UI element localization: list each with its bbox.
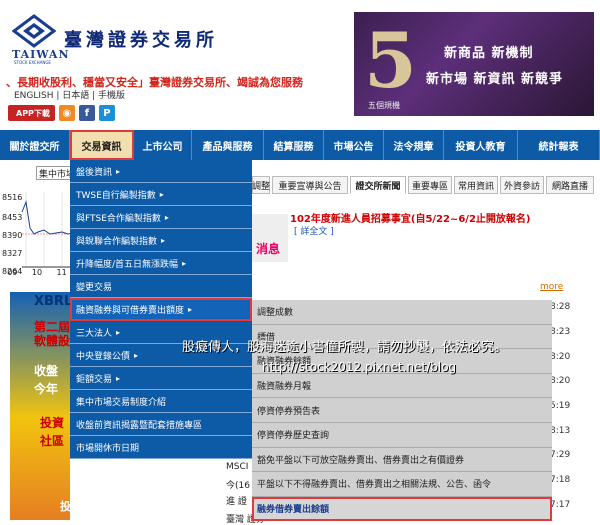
company-name: 臺灣證券交易所 [64,30,218,51]
nav-products[interactable]: 產品與服務 [192,130,264,160]
banner-sub: 五個規機 [368,101,400,110]
y-tick: 8516 [2,193,22,202]
app-download-button[interactable]: APP下載 [8,105,55,121]
nav-clearing[interactable]: 結算服務 [264,130,324,160]
news-time: 7:29 [550,450,571,460]
y-tick: 8327 [2,249,22,258]
menu-item-holidays[interactable]: 市場開休市日期 [70,436,252,459]
banner-text: 投資人園遊室 [60,500,126,513]
margin-submenu: 調整成數 標借 融資融券餘額 融資融券月報 停資停券預告表 停資停券歷史查詢 豁… [252,300,552,522]
submenu-item[interactable]: 調整成數 [252,300,552,325]
menu-item-block-trading[interactable]: 鉅額交易 ▸ [70,367,252,390]
kin-news[interactable]: MSCI [226,462,248,472]
nav-statistics[interactable]: 統計報表 [518,130,600,160]
x-tick: 10 [31,268,43,277]
news-time: 5:19 [550,401,571,411]
banner-line-1: 新商品 新機制 [444,46,534,61]
banner-text: 社區 [40,434,65,448]
menu-item-margin-trading[interactable]: 融資融券與可借券賣出額度 ▸ [70,298,252,321]
news-more-link[interactable]: [ 詳全文 ] [294,224,334,237]
market-select[interactable]: 集中市場 [36,166,74,180]
chevron-right-icon: ▸ [188,304,193,314]
tab-live-stream[interactable]: 網路直播 [546,176,594,194]
logo-subtitle: STOCK EXCHANGE [14,60,51,65]
trading-info-dropdown: 盤後資訊 ▸ TWSE自行編製指數 ▸ 與FTSE合作編製指數 ▸ 與銳聯合作編製指數… [70,160,252,459]
twse-logo-icon[interactable] [12,14,56,48]
site-header: TAIWAN STOCK EXCHANGE 臺灣證券交易所 、長期收股利、穩當又… [0,0,600,128]
submenu-item[interactable]: 融資融券月報 [252,374,552,399]
tab-news[interactable]: 證交所新聞 [350,176,406,194]
main-nav: 關於證交所 交易資訊 上市公司 產品與服務 結算服務 市場公告 法令規章 投資人… [0,130,600,160]
kin-news[interactable]: 進 證 [226,494,247,507]
chevron-right-icon: ▸ [116,327,121,337]
tab-adjust[interactable]: 調整 [252,176,270,194]
chevron-right-icon: ▸ [182,258,187,268]
menu-item-after-hours[interactable]: 盤後資訊 ▸ [70,160,252,183]
x-ticks: 09 10 11 [0,268,74,277]
menu-item-price-limits[interactable]: 升降幅度/首五日無漲跌幅 ▸ [70,252,252,275]
news-headline[interactable]: 102年度新進人員招募事宜(自5/22~6/2止開放報名) [290,210,531,225]
nav-listed-companies[interactable]: 上市公司 [134,130,192,160]
app-download-label: APP下載 [16,108,50,118]
banner-text: 投資 [40,416,65,430]
news-time: 8:13 [550,426,571,436]
language-links[interactable]: ENGLISH | 日本語 | 手機版 [14,88,125,101]
submenu-item[interactable]: 停資停券預告表 [252,398,552,423]
rss-icon[interactable]: ◉ [58,105,75,121]
menu-item-ftse-index[interactable]: 與FTSE合作編製指數 ▸ [70,206,252,229]
news-time: 8:20 [550,352,571,362]
xbrl-banner[interactable]: XBRL [34,294,72,309]
facebook-icon[interactable]: f [78,105,95,121]
social-row: APP下載 ◉ f P [8,104,115,122]
tab-announcements[interactable]: 重要宣導與公告 [272,176,348,194]
submenu-item[interactable]: 豁免平盤以下可放空融券賣出、借券賣出之有價證券 [252,448,552,473]
banner-line-2: 新市場 新資訊 新競爭 [426,72,564,87]
submenu-item[interactable]: 停資停券歷史查詢 [252,423,552,448]
menu-item-pre-close-disclosure[interactable]: 收盤前資訊揭露暨配套措施專區 [70,413,252,436]
menu-item-rafi-index[interactable]: 與銳聯合作編製指數 ▸ [70,229,252,252]
chevron-right-icon: ▸ [134,350,139,360]
plurk-icon[interactable]: P [98,105,115,121]
kin-news[interactable]: 今(16 [226,478,250,491]
banner-text: 軟體設 [34,334,71,348]
banner-text: 收盤 [34,364,59,378]
index-chart: 8516 8453 8390 8327 8264 [2,192,74,276]
chevron-right-icon: ▸ [159,189,164,199]
nav-investor-education[interactable]: 投資人教育 [444,130,518,160]
news-time: 8:20 [550,376,571,386]
news-time: 8:23 [550,327,571,337]
tab-foreign-visits[interactable]: 外資參訪 [500,176,544,194]
news-time: 7:17 [550,500,571,510]
chevron-right-icon: ▸ [116,373,121,383]
banner-text: 今年 [34,382,59,396]
news-time: 8:28 [550,302,571,312]
menu-item-trading-system[interactable]: 集中市場交易制度介紹 [70,390,252,413]
chevron-right-icon: ▸ [164,212,169,222]
x-tick: 11 [56,268,67,277]
watermark-url: http://stock2012.pixnet.net/blog [262,360,457,374]
nav-trading-info[interactable]: 交易資訊 [70,130,134,160]
nav-about[interactable]: 關於證交所 [0,130,70,160]
more-link[interactable]: more [540,282,563,292]
y-tick: 8390 [2,231,22,240]
nav-announcements[interactable]: 市場公告 [324,130,384,160]
tab-common[interactable]: 常用資訊 [454,176,498,194]
promo-banner[interactable]: 5 五個規機 新商品 新機制 新市場 新資訊 新競爭 [354,12,594,116]
menu-item-altered-trading[interactable]: 變更交易 [70,275,252,298]
y-tick: 8453 [2,213,22,222]
watermark-text: 股癡傳人，股海迷途小書僮所製，請勿抄襲，依法必究。 [182,340,508,355]
chevron-right-icon: ▸ [116,166,121,176]
x-tick: 09 [7,268,18,277]
news-thumbnail[interactable]: 消息 [252,214,288,262]
submenu-item-short-sale-balance[interactable]: 融券借券賣出餘額 [252,496,552,522]
news-time: 7:18 [550,475,571,485]
nav-regulations[interactable]: 法令規章 [384,130,444,160]
submenu-item[interactable]: 平盤以下不得融券賣出、借券賣出之相關法規、公告、函令 [252,472,552,497]
menu-item-twse-index[interactable]: TWSE自行編製指數 ▸ [70,183,252,206]
chevron-right-icon: ▸ [161,235,166,245]
tab-special[interactable]: 重要專區 [408,176,452,194]
thumbnail-text: 消息 [256,242,281,256]
index-line [21,200,74,235]
banner-number: 5 [364,16,417,105]
